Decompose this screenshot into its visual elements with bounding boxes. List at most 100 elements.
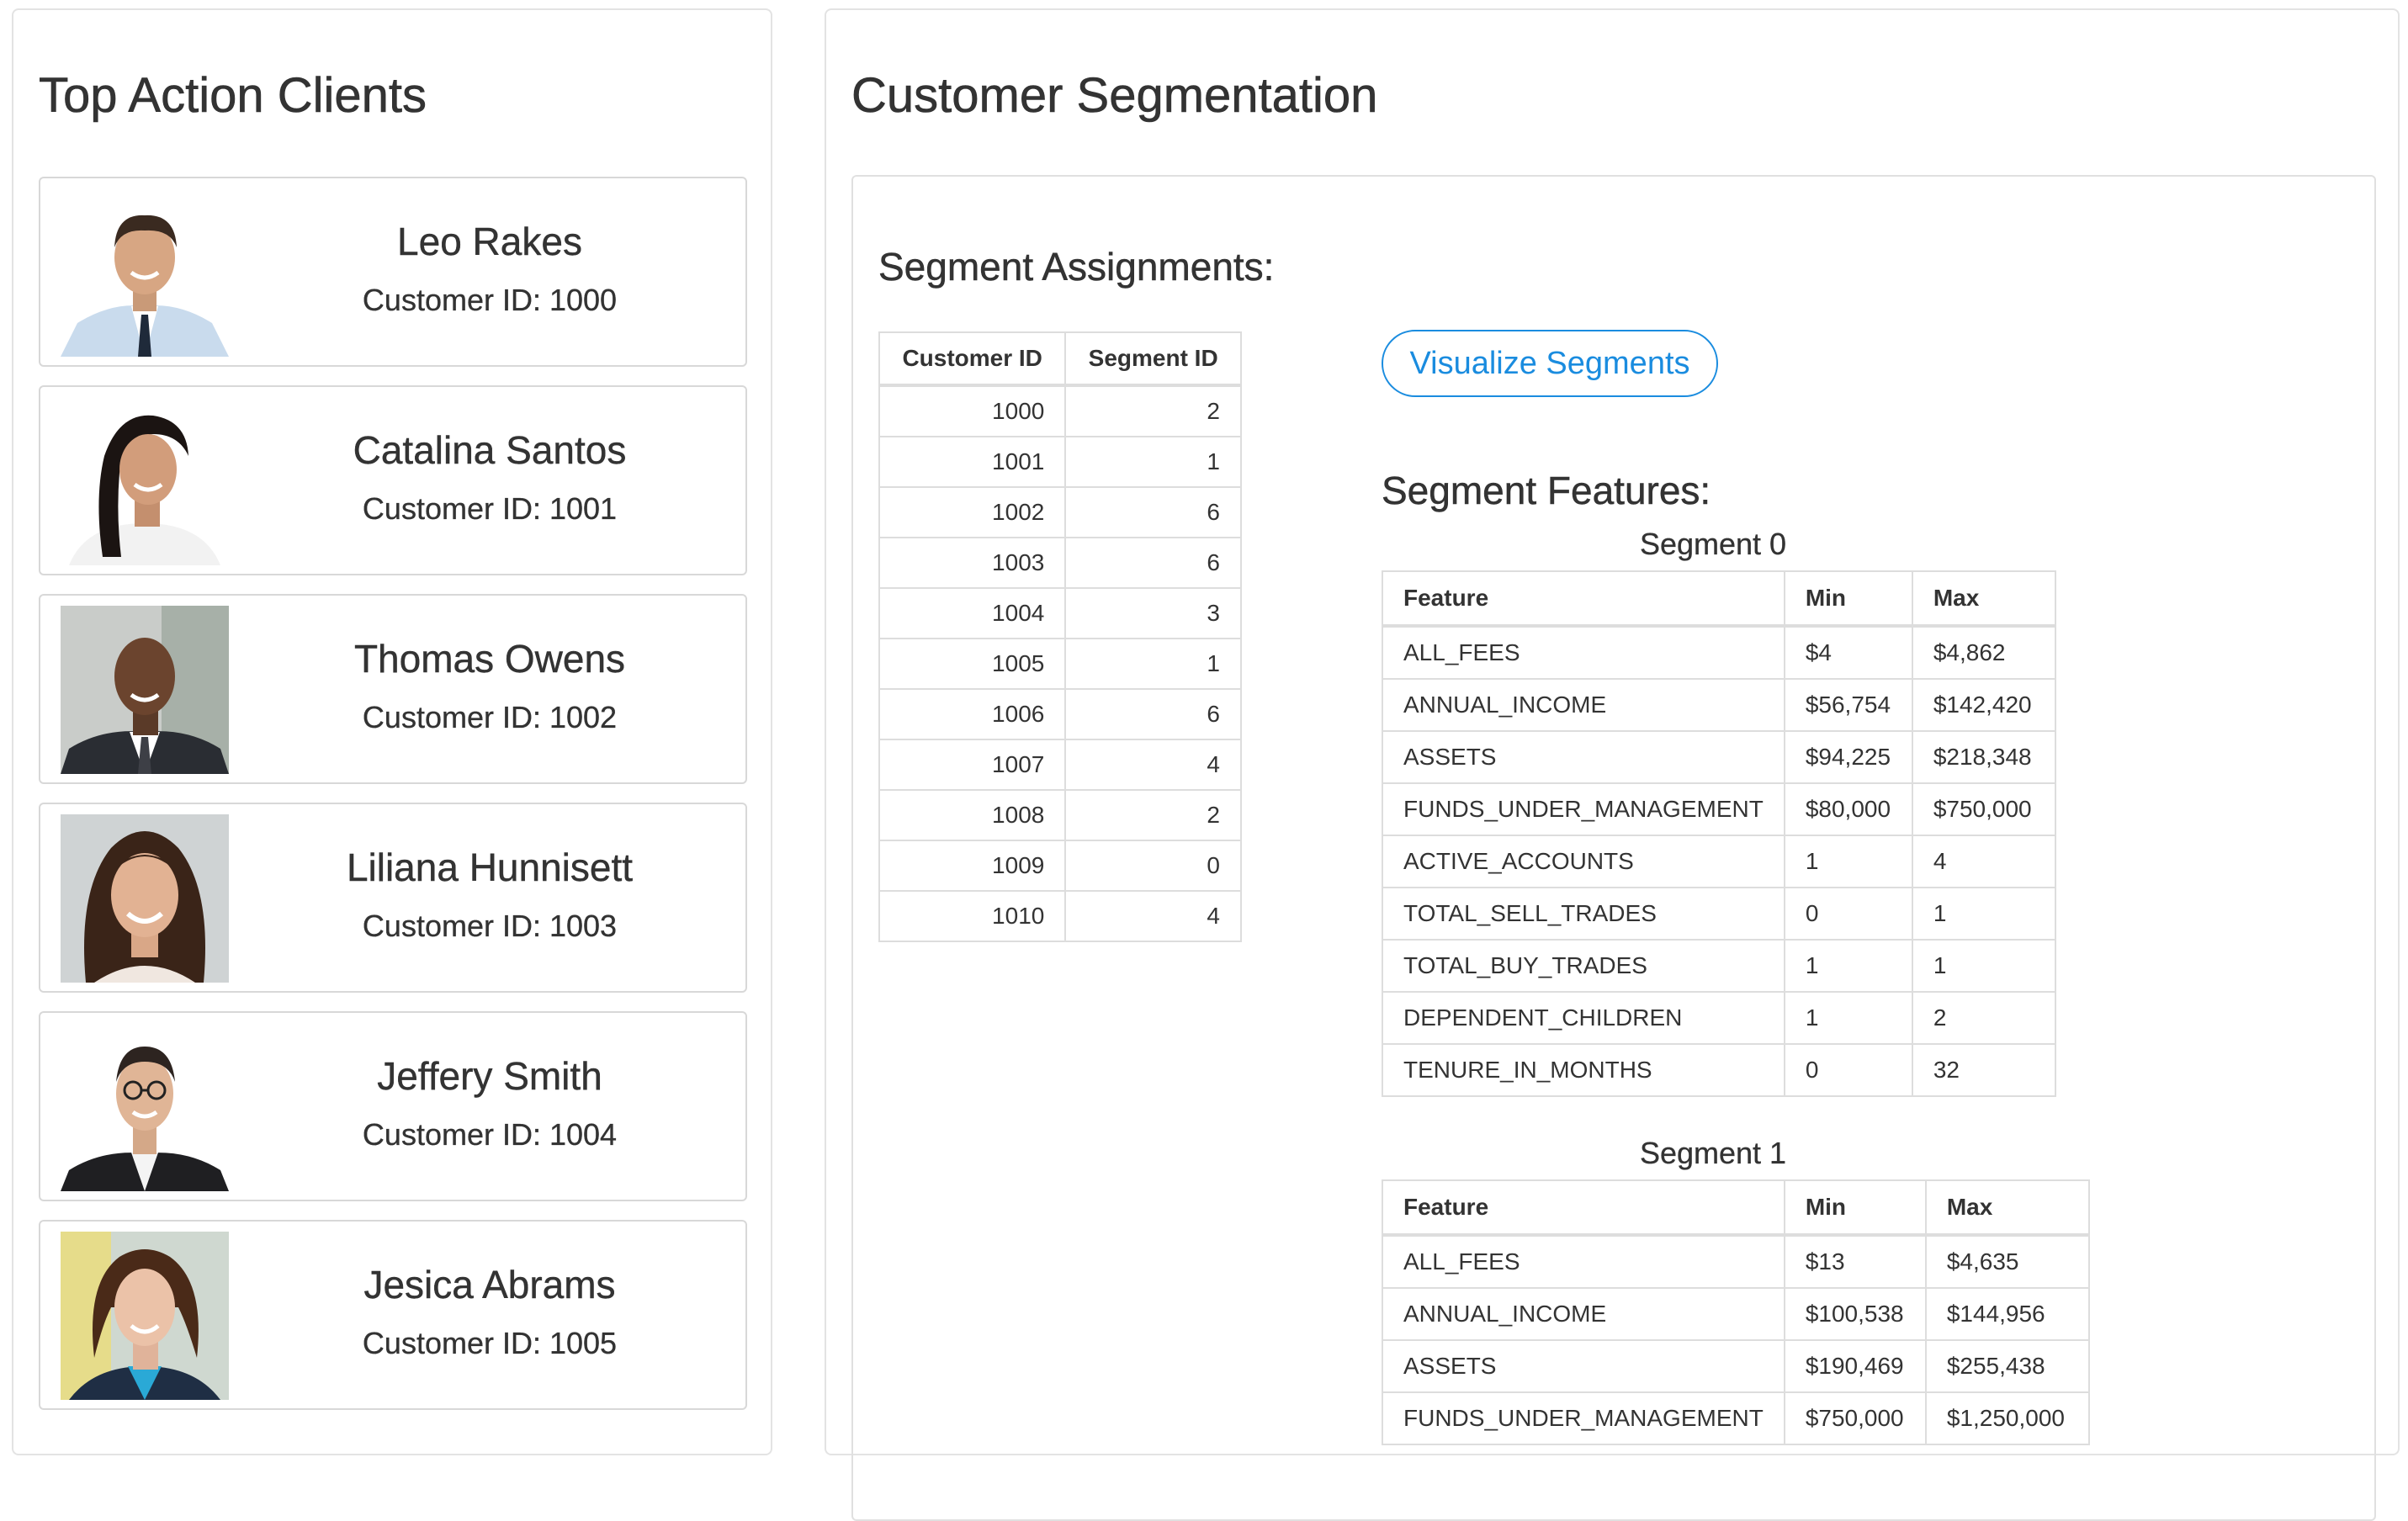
table-row: 1006 6 <box>878 688 1242 740</box>
min-cell: 0 <box>1783 1043 1913 1097</box>
client-card-thomas-owens[interactable]: Thomas Owens Customer ID: 1002 <box>39 594 747 784</box>
segment-id-cell: 2 <box>1064 384 1242 437</box>
customer-id-cell: 1005 <box>878 638 1067 690</box>
customer-id-cell: 1002 <box>878 486 1067 538</box>
client-photo-jeffery-smith <box>61 1023 229 1191</box>
max-cell: $750,000 <box>1911 782 2056 836</box>
column-header-customer-id: Customer ID <box>878 331 1067 387</box>
table-row: 1002 6 <box>878 486 1242 538</box>
table-header-row: Feature Min Max <box>1382 570 2056 628</box>
client-photo-jesica-abrams <box>61 1232 229 1400</box>
max-cell: $1,250,000 <box>1924 1391 2090 1445</box>
top-action-clients-title: Top Action Clients <box>39 68 427 124</box>
table-row: 1010 4 <box>878 890 1242 942</box>
max-cell: 2 <box>1911 991 2056 1045</box>
table-row: ALL_FEES $4 $4,862 <box>1382 625 2056 680</box>
segment-assignments-title: Segment Assignments: <box>878 245 1275 289</box>
top-action-clients-panel: Top Action Clients Leo Rakes Customer ID… <box>12 8 772 1455</box>
client-id: Customer ID: 1005 <box>362 1326 618 1360</box>
customer-segmentation-panel: Customer Segmentation Segment Assignment… <box>825 8 2400 1521</box>
max-cell: 1 <box>1911 887 2056 941</box>
client-id: Customer ID: 1003 <box>362 909 618 943</box>
segment-1-features-table: Feature Min Max ALL_FEES $13 $4,635 ANNUAL… <box>1382 1179 2090 1445</box>
min-cell: $190,469 <box>1783 1339 1927 1393</box>
feature-cell: TOTAL_SELL_TRADES <box>1382 887 1785 941</box>
max-cell: $142,420 <box>1911 678 2056 732</box>
max-cell: 4 <box>1911 835 2056 888</box>
client-id: Customer ID: 1002 <box>362 700 618 734</box>
table-row: 1003 6 <box>878 537 1242 589</box>
segmentation-content-box: Segment Assignments: Customer ID Segment… <box>851 175 2376 1521</box>
min-cell: $750,000 <box>1783 1391 1927 1445</box>
client-card-leo-rakes[interactable]: Leo Rakes Customer ID: 1000 <box>39 177 747 367</box>
segment-0-features-table: Feature Min Max ALL_FEES $4 $4,862 ANNUAL_… <box>1382 570 2056 1097</box>
feature-cell: ALL_FEES <box>1382 1234 1785 1289</box>
client-card-liliana-hunnisett[interactable]: Liliana Hunnisett Customer ID: 1003 <box>39 803 747 993</box>
table-row: 1008 2 <box>878 789 1242 841</box>
table-row: 1004 3 <box>878 587 1242 639</box>
feature-cell: ANNUAL_INCOME <box>1382 1287 1785 1341</box>
column-header-feature: Feature <box>1382 1179 1785 1237</box>
client-card-jeffery-smith[interactable]: Jeffery Smith Customer ID: 1004 <box>39 1011 747 1201</box>
feature-cell: ALL_FEES <box>1382 625 1785 680</box>
customer-id-cell: 1004 <box>878 587 1067 639</box>
column-header-max: Max <box>1911 570 2056 628</box>
segment-id-cell: 1 <box>1064 638 1242 690</box>
table-row: ALL_FEES $13 $4,635 <box>1382 1234 2090 1289</box>
feature-cell: FUNDS_UNDER_MANAGEMENT <box>1382 1391 1785 1445</box>
feature-cell: DEPENDENT_CHILDREN <box>1382 991 1785 1045</box>
client-photo-leo-rakes <box>61 188 229 357</box>
table-row: ANNUAL_INCOME $56,754 $142,420 <box>1382 678 2056 732</box>
client-card-jesica-abrams[interactable]: Jesica Abrams Customer ID: 1005 <box>39 1220 747 1410</box>
min-cell: $56,754 <box>1783 678 1913 732</box>
customer-id-cell: 1003 <box>878 537 1067 589</box>
customer-id-cell: 1008 <box>878 789 1067 841</box>
min-cell: $80,000 <box>1783 782 1913 836</box>
min-cell: 1 <box>1783 939 1913 993</box>
segment-1-caption: Segment 1 <box>1639 1136 1787 1170</box>
table-row: 1009 0 <box>878 840 1242 892</box>
table-row: DEPENDENT_CHILDREN 1 2 <box>1382 991 2056 1045</box>
segment-id-cell: 6 <box>1064 537 1242 589</box>
table-row: FUNDS_UNDER_MANAGEMENT $80,000 $750,000 <box>1382 782 2056 836</box>
table-row: ANNUAL_INCOME $100,538 $144,956 <box>1382 1287 2090 1341</box>
client-name: Thomas Owens <box>353 637 626 681</box>
customer-segmentation-title: Customer Segmentation <box>851 68 1378 124</box>
table-row: 1007 4 <box>878 739 1242 791</box>
client-name: Jesica Abrams <box>363 1263 616 1306</box>
feature-cell: ACTIVE_ACCOUNTS <box>1382 835 1785 888</box>
segment-id-cell: 2 <box>1064 789 1242 841</box>
table-row: FUNDS_UNDER_MANAGEMENT $750,000 $1,250,000 <box>1382 1391 2090 1445</box>
max-cell: 1 <box>1911 939 2056 993</box>
client-name: Catalina Santos <box>353 428 627 472</box>
table-row: TENURE_IN_MONTHS 0 32 <box>1382 1043 2056 1097</box>
segment-id-cell: 0 <box>1064 840 1242 892</box>
visualize-segments-button[interactable]: Visualize Segments <box>1382 330 1718 397</box>
customer-id-cell: 1006 <box>878 688 1067 740</box>
max-cell: $255,438 <box>1924 1339 2090 1393</box>
table-row: ASSETS $190,469 $255,438 <box>1382 1339 2090 1393</box>
client-card-catalina-santos[interactable]: Catalina Santos Customer ID: 1001 <box>39 385 747 575</box>
client-photo-thomas-owens <box>61 606 229 774</box>
segment-assignments-table: Customer ID Segment ID 1000 2 1001 1 1002 6… <box>878 331 1242 942</box>
max-cell: $4,862 <box>1911 625 2056 680</box>
table-row: ACTIVE_ACCOUNTS 1 4 <box>1382 835 2056 888</box>
min-cell: $13 <box>1783 1234 1927 1289</box>
column-header-feature: Feature <box>1382 570 1785 628</box>
max-cell: 32 <box>1911 1043 2056 1097</box>
min-cell: $94,225 <box>1783 730 1913 784</box>
segment-id-cell: 4 <box>1064 739 1242 791</box>
min-cell: $4 <box>1783 625 1913 680</box>
min-cell: 1 <box>1783 991 1913 1045</box>
segment-id-cell: 1 <box>1064 436 1242 488</box>
max-cell: $218,348 <box>1911 730 2056 784</box>
segment-features-title: Segment Features: <box>1382 469 1711 513</box>
table-row: TOTAL_SELL_TRADES 0 1 <box>1382 887 2056 941</box>
segment-id-cell: 4 <box>1064 890 1242 942</box>
customer-id-cell: 1009 <box>878 840 1067 892</box>
table-row: 1001 1 <box>878 436 1242 488</box>
table-row: 1005 1 <box>878 638 1242 690</box>
max-cell: $144,956 <box>1924 1287 2090 1341</box>
client-id: Customer ID: 1004 <box>362 1117 618 1152</box>
segment-0-caption: Segment 0 <box>1639 527 1787 561</box>
